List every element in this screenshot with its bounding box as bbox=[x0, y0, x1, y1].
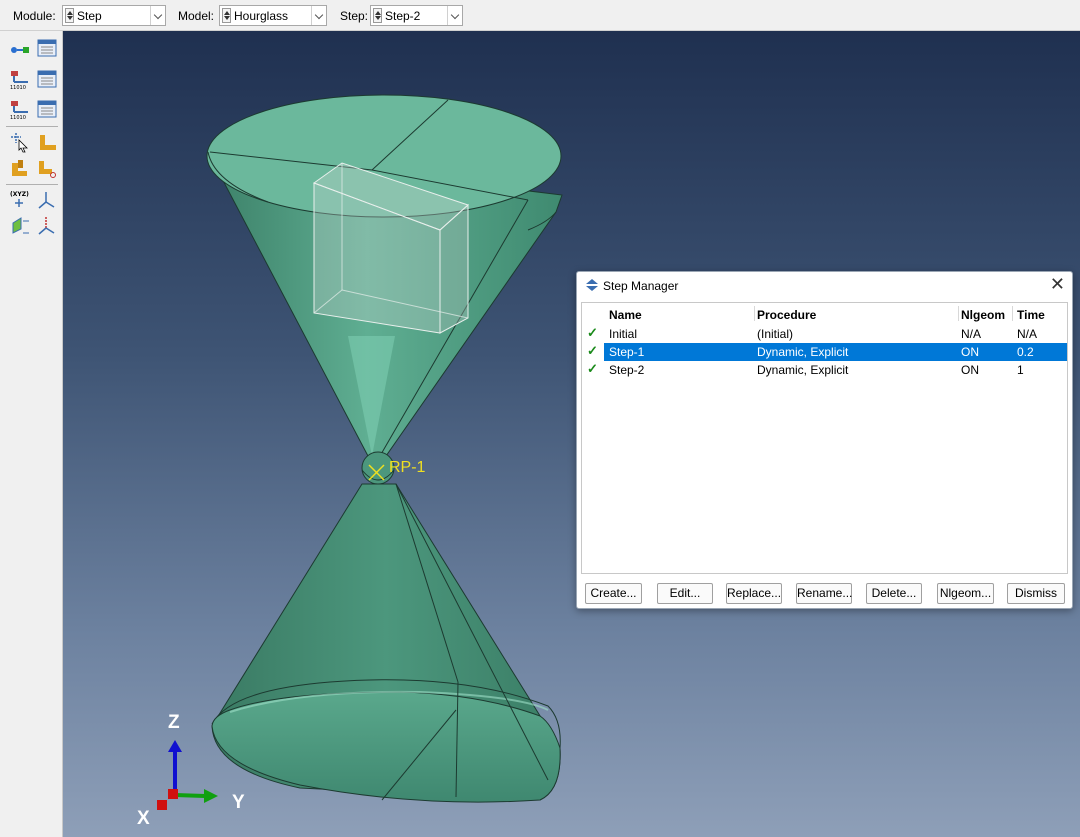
check-icon: ✓ bbox=[587, 343, 598, 358]
table-row[interactable]: ✓ Step-2 Dynamic, Explicit ON 1 bbox=[582, 361, 1067, 379]
step-manager-icon[interactable] bbox=[36, 37, 58, 59]
lower-cone[interactable] bbox=[211, 483, 561, 803]
toolbox: 11010 11010 (XYZ) bbox=[0, 31, 63, 837]
adaptive-controls-icon[interactable] bbox=[36, 131, 58, 153]
rename-button[interactable]: Rename... bbox=[796, 583, 852, 604]
model-combo[interactable]: Hourglass bbox=[219, 5, 327, 26]
model-label: Model: bbox=[178, 9, 215, 23]
table-row-selected[interactable]: ✓ Step-1 Dynamic, Explicit ON 0.2 bbox=[582, 343, 1067, 361]
module-label: Module: bbox=[13, 9, 56, 23]
adaptive-mesh-constraint-icon[interactable] bbox=[36, 157, 58, 179]
column-header-nlgeom[interactable]: Nlgeom bbox=[961, 308, 1005, 322]
svg-text:11010: 11010 bbox=[10, 85, 26, 90]
field-output-manager-icon[interactable] bbox=[36, 68, 58, 90]
column-header-name[interactable]: Name bbox=[609, 308, 642, 322]
history-output-icon[interactable]: 11010 bbox=[9, 98, 31, 120]
context-bar: Module: Step Model: Hourglass Step: Step… bbox=[0, 0, 1080, 31]
step-manager-dialog: Step Manager ✕ Name Procedure Nlgeom Tim… bbox=[576, 271, 1073, 609]
adaptive-mesh-icon[interactable] bbox=[9, 131, 31, 153]
datum-csys-icon[interactable] bbox=[36, 189, 58, 211]
rp-label: RP-1 bbox=[389, 459, 426, 476]
triad-x-label: X bbox=[137, 808, 150, 829]
step-value: Step-2 bbox=[385, 9, 421, 23]
toolbox-separator bbox=[6, 184, 58, 185]
chevron-down-icon[interactable] bbox=[311, 6, 326, 25]
row-procedure: (Initial) bbox=[757, 327, 794, 341]
row-name: Step-2 bbox=[609, 363, 645, 377]
datum-plane-icon[interactable] bbox=[9, 215, 31, 237]
row-procedure: Dynamic, Explicit bbox=[757, 345, 849, 359]
column-separator bbox=[754, 306, 755, 321]
replace-button[interactable]: Replace... bbox=[726, 583, 782, 604]
row-nlgeom: ON bbox=[961, 345, 979, 359]
edit-button[interactable]: Edit... bbox=[657, 583, 713, 604]
history-output-manager-icon[interactable] bbox=[36, 98, 58, 120]
step-manager-title-icon bbox=[586, 279, 598, 291]
reference-point-icon[interactable]: (XYZ) bbox=[9, 189, 31, 211]
column-header-procedure[interactable]: Procedure bbox=[757, 308, 816, 322]
view-triad bbox=[157, 740, 218, 810]
row-procedure: Dynamic, Explicit bbox=[757, 363, 849, 377]
column-separator bbox=[1012, 306, 1013, 321]
module-combo[interactable]: Step bbox=[62, 5, 166, 26]
column-separator bbox=[958, 306, 959, 321]
dismiss-button[interactable]: Dismiss bbox=[1007, 583, 1065, 604]
row-name: Step-1 bbox=[609, 345, 645, 359]
steps-table: Name Procedure Nlgeom Time ✓ Initial (In… bbox=[581, 302, 1068, 574]
triad-y-label: Y bbox=[232, 792, 245, 813]
row-time: 1 bbox=[1017, 363, 1024, 377]
table-row[interactable]: ✓ Initial (Initial) N/A N/A bbox=[582, 325, 1067, 343]
row-name: Initial bbox=[609, 327, 638, 341]
step-label: Step: bbox=[340, 9, 369, 23]
field-output-icon[interactable]: 11010 bbox=[9, 68, 31, 90]
delete-button[interactable]: Delete... bbox=[866, 583, 922, 604]
model-value: Hourglass bbox=[234, 9, 289, 23]
check-icon: ✓ bbox=[587, 361, 598, 376]
module-spin-icon[interactable] bbox=[65, 8, 74, 23]
row-time: N/A bbox=[1017, 327, 1038, 341]
chevron-down-icon[interactable] bbox=[150, 6, 165, 25]
svg-text:(XYZ): (XYZ) bbox=[10, 191, 29, 198]
triad-z-label: Z bbox=[168, 712, 180, 733]
step-combo[interactable]: Step-2 bbox=[370, 5, 463, 26]
nlgeom-button[interactable]: Nlgeom... bbox=[937, 583, 994, 604]
toolbox-separator bbox=[6, 126, 58, 127]
step-spin-icon[interactable] bbox=[373, 8, 382, 23]
row-nlgeom: N/A bbox=[961, 327, 982, 341]
datum-axis-icon[interactable] bbox=[36, 215, 58, 237]
row-nlgeom: ON bbox=[961, 363, 979, 377]
chevron-down-icon[interactable] bbox=[447, 6, 462, 25]
create-step-icon[interactable] bbox=[9, 39, 31, 61]
solution-controls-icon[interactable] bbox=[9, 157, 31, 179]
row-time: 0.2 bbox=[1017, 345, 1034, 359]
model-spin-icon[interactable] bbox=[222, 8, 231, 23]
module-value: Step bbox=[77, 9, 102, 23]
svg-text:11010: 11010 bbox=[10, 115, 26, 120]
create-button[interactable]: Create... bbox=[585, 583, 642, 604]
check-icon: ✓ bbox=[587, 325, 598, 340]
column-header-time[interactable]: Time bbox=[1017, 308, 1045, 322]
dialog-title: Step Manager bbox=[603, 279, 679, 293]
close-icon[interactable]: ✕ bbox=[1050, 274, 1065, 294]
